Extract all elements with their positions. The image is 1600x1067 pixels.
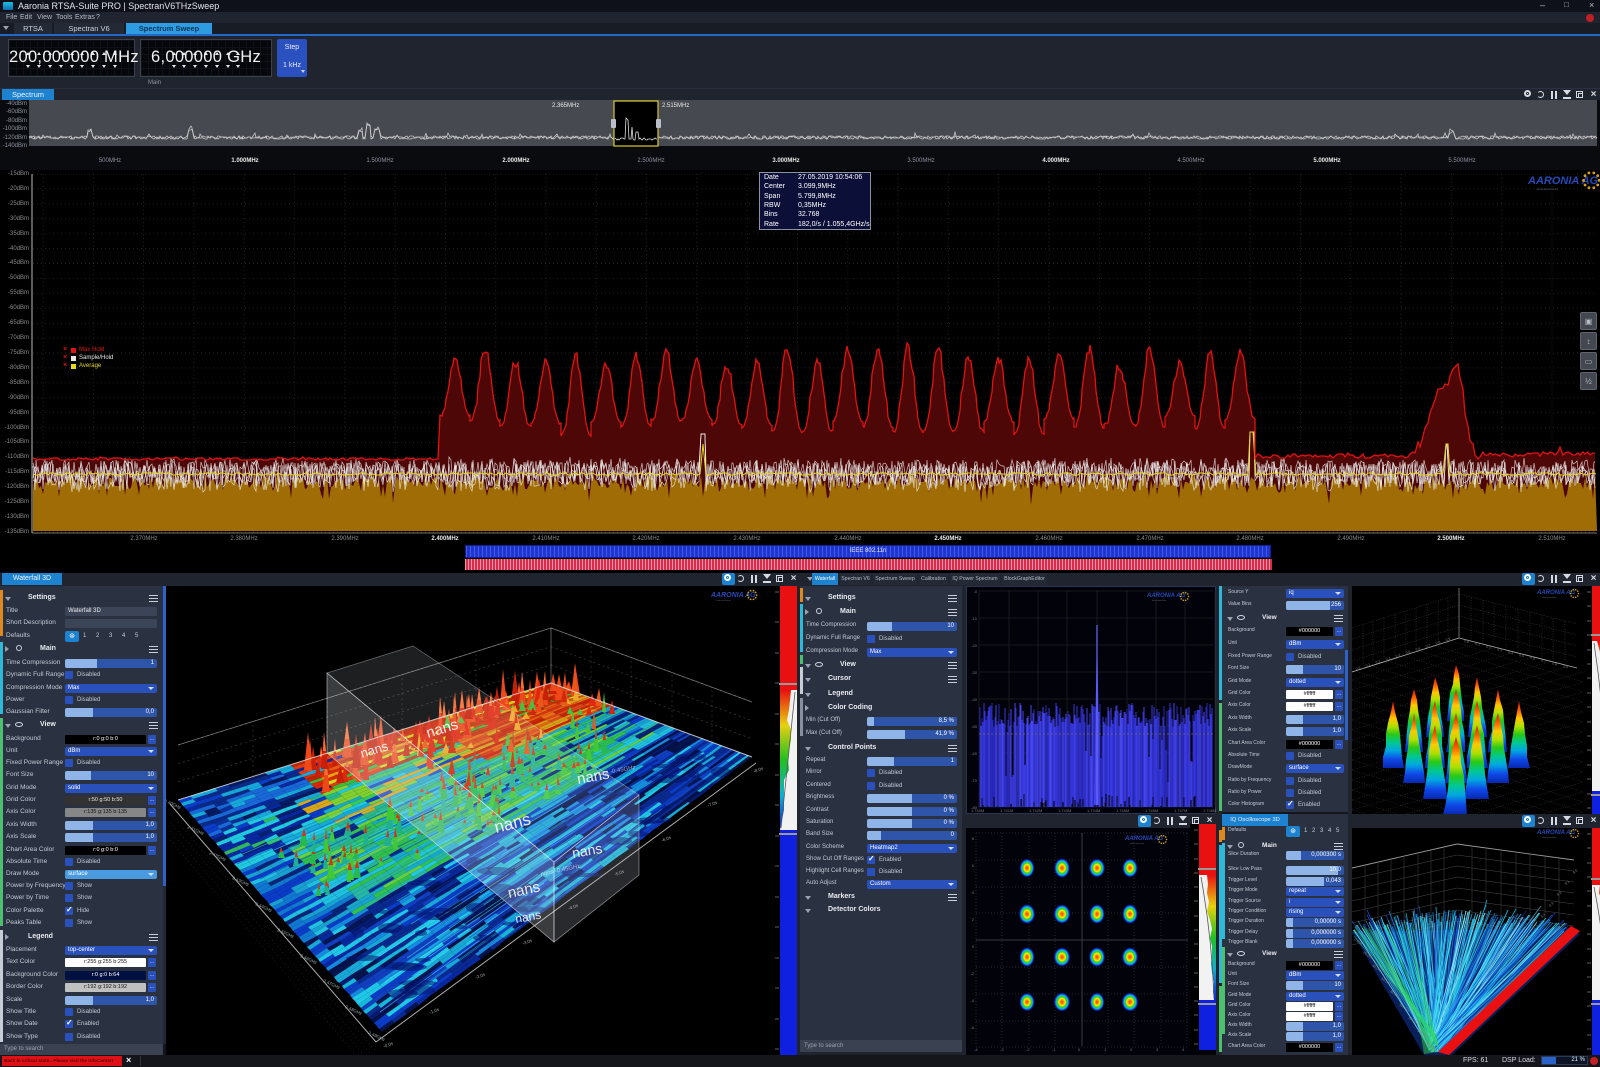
svg-text:0.7: 0.7 bbox=[1425, 643, 1431, 648]
svg-text:0.6: 0.6 bbox=[1415, 646, 1421, 651]
svg-text:0.3: 0.3 bbox=[1497, 647, 1503, 652]
svg-text:0.4: 0.4 bbox=[1508, 650, 1514, 655]
svg-text:-0.0s: -0.0s bbox=[383, 1041, 395, 1049]
svg-text:0.3: 0.3 bbox=[1385, 656, 1391, 661]
svg-text:0.0: 0.0 bbox=[1572, 869, 1578, 875]
svg-text:0.1: 0.1 bbox=[1475, 642, 1481, 647]
svg-text:-1.0s: -1.0s bbox=[429, 1007, 441, 1015]
svg-text:-8.0s: -8.0s bbox=[753, 766, 765, 774]
svg-text:0.5: 0.5 bbox=[1405, 650, 1411, 655]
svg-text:-3.0s: -3.0s bbox=[522, 938, 534, 946]
svg-text:0.9: 0.9 bbox=[1445, 637, 1451, 642]
svg-text:0.2: 0.2 bbox=[1375, 659, 1381, 664]
svg-text:0.6: 0.6 bbox=[1530, 656, 1536, 661]
svg-text:-7.0s: -7.0s bbox=[707, 800, 719, 808]
svg-text:0.9: 0.9 bbox=[1563, 664, 1569, 669]
svg-text:0.4: 0.4 bbox=[1540, 913, 1546, 919]
svg-text:0.7: 0.7 bbox=[1541, 659, 1547, 664]
svg-text:0.0: 0.0 bbox=[1464, 639, 1470, 644]
svg-text:-2.0s: -2.0s bbox=[475, 972, 487, 980]
svg-text:0.5: 0.5 bbox=[1519, 653, 1525, 658]
svg-text:0.1: 0.1 bbox=[1564, 880, 1570, 886]
svg-text:0.1: 0.1 bbox=[1365, 662, 1371, 667]
svg-text:0.2: 0.2 bbox=[1486, 645, 1492, 650]
svg-text:0.4: 0.4 bbox=[1395, 653, 1401, 658]
svg-text:-6.0s: -6.0s bbox=[661, 835, 673, 843]
svg-text:0.8: 0.8 bbox=[1552, 661, 1558, 666]
svg-text:0.8: 0.8 bbox=[1435, 640, 1441, 645]
svg-text:0.0: 0.0 bbox=[1355, 666, 1361, 671]
svg-text:0.3: 0.3 bbox=[1548, 902, 1554, 908]
